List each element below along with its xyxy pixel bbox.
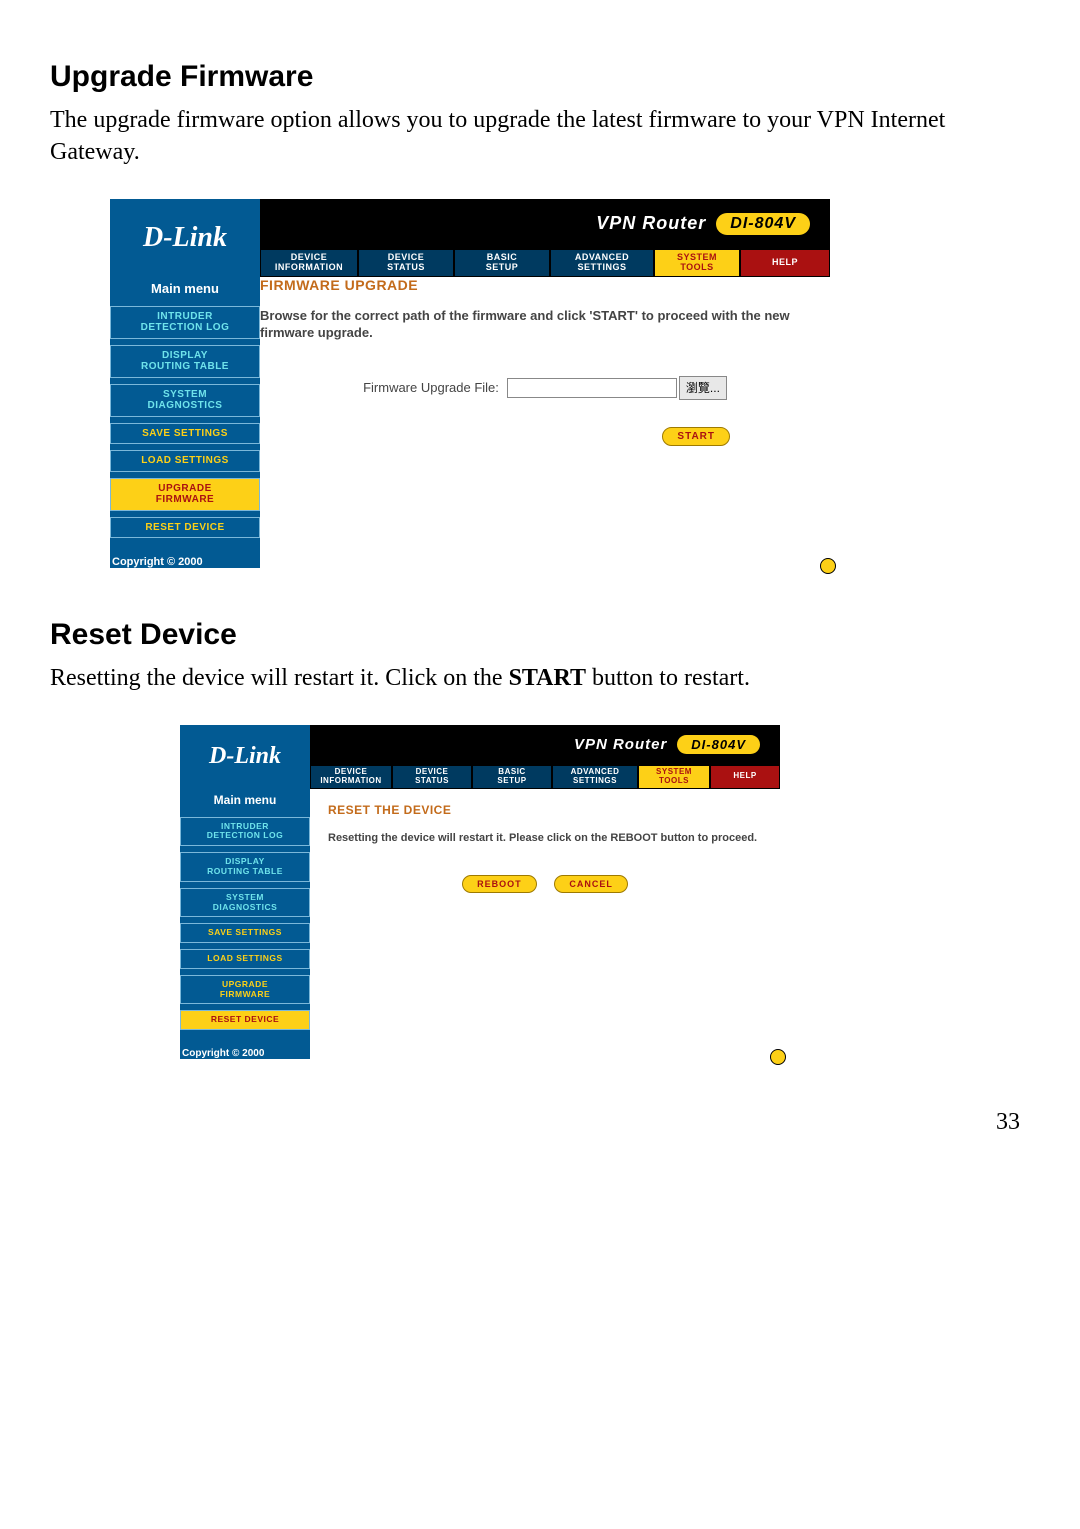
reboot-button[interactable]: REBOOT	[462, 875, 537, 893]
sidebar-display-routing-table[interactable]: DISPLAYROUTING TABLE	[110, 345, 260, 378]
section2-description: Resetting the device will restart it. Cl…	[50, 662, 1030, 694]
router-header-bar: VPN Router DI-804V	[260, 199, 830, 249]
tab-device-status[interactable]: DEVICESTATUS	[392, 765, 472, 789]
sidebar-reset-device[interactable]: RESET DEVICE	[110, 517, 260, 539]
sidebar-copyright: Copyright © 2000	[180, 1048, 310, 1059]
tab-system-tools[interactable]: SYSTEMTOOLS	[638, 765, 710, 789]
sidebar-reset-device[interactable]: RESET DEVICE	[180, 1010, 310, 1030]
content-area-firmware: FIRMWARE UPGRADE Browse for the correct …	[260, 277, 830, 569]
sidebar-save-settings[interactable]: SAVE SETTINGS	[180, 923, 310, 943]
tab-help[interactable]: HELP	[740, 249, 830, 277]
sidebar-system-diagnostics[interactable]: SYSTEMDIAGNOSTICS	[180, 888, 310, 918]
vpn-router-label: VPN Router	[596, 213, 706, 234]
tab-basic-setup[interactable]: BASICSETUP	[472, 765, 552, 789]
tab-device-information[interactable]: DEVICEINFORMATION	[260, 249, 358, 277]
firmware-upgrade-title: FIRMWARE UPGRADE	[260, 277, 830, 293]
top-tabs: DEVICEINFORMATION DEVICESTATUS BASICSETU…	[310, 765, 780, 789]
section1-heading: Upgrade Firmware	[50, 60, 1030, 94]
sidebar-load-settings[interactable]: LOAD SETTINGS	[110, 450, 260, 472]
sidebar: Main menu INTRUDERDETECTION LOG DISPLAYR…	[110, 277, 260, 569]
sidebar: Main menu INTRUDERDETECTION LOG DISPLAYR…	[180, 789, 310, 1059]
browse-button[interactable]: 瀏覽...	[679, 376, 727, 400]
router-ui-firmware: D-Link VPN Router DI-804V DEVICEINFORMAT…	[110, 199, 830, 569]
sidebar-upgrade-firmware[interactable]: UPGRADEFIRMWARE	[180, 975, 310, 1005]
sidebar-copyright: Copyright © 2000	[110, 556, 260, 568]
corner-dot-icon	[770, 1049, 786, 1065]
router-ui-reset: D-Link VPN Router DI-804V DEVICEINFORMAT…	[180, 725, 780, 1059]
dlink-logo: D-Link	[180, 725, 310, 789]
start-button[interactable]: START	[662, 427, 730, 446]
section2-heading: Reset Device	[50, 618, 1030, 652]
sidebar-upgrade-firmware[interactable]: UPGRADEFIRMWARE	[110, 478, 260, 511]
sidebar-intruder-detection-log[interactable]: INTRUDERDETECTION LOG	[180, 817, 310, 847]
sidebar-system-diagnostics[interactable]: SYSTEMDIAGNOSTICS	[110, 384, 260, 417]
model-badge: DI-804V	[677, 735, 760, 754]
corner-dot-icon	[820, 558, 836, 574]
firmware-upgrade-description: Browse for the correct path of the firmw…	[260, 307, 830, 342]
section1-description: The upgrade firmware option allows you t…	[50, 104, 1030, 169]
router-header-bar: VPN Router DI-804V	[310, 725, 780, 765]
sidebar-display-routing-table[interactable]: DISPLAYROUTING TABLE	[180, 852, 310, 882]
firmware-file-input[interactable]	[507, 378, 677, 398]
top-tabs: DEVICEINFORMATION DEVICESTATUS BASICSETU…	[260, 249, 830, 277]
page-number: 33	[50, 1109, 1030, 1136]
tab-system-tools[interactable]: SYSTEMTOOLS	[654, 249, 740, 277]
cancel-button[interactable]: CANCEL	[554, 875, 628, 893]
tab-device-information[interactable]: DEVICEINFORMATION	[310, 765, 392, 789]
sidebar-load-settings[interactable]: LOAD SETTINGS	[180, 949, 310, 969]
reset-device-title: RESET THE DEVICE	[328, 803, 762, 817]
sidebar-main-menu-label: Main menu	[110, 281, 260, 296]
sidebar-intruder-detection-log[interactable]: INTRUDERDETECTION LOG	[110, 306, 260, 339]
content-area-reset: RESET THE DEVICE Resetting the device wi…	[310, 789, 780, 1059]
sidebar-save-settings[interactable]: SAVE SETTINGS	[110, 423, 260, 445]
tab-device-status[interactable]: DEVICESTATUS	[358, 249, 454, 277]
sidebar-main-menu-label: Main menu	[180, 793, 310, 807]
firmware-file-label: Firmware Upgrade File:	[363, 380, 499, 395]
model-badge: DI-804V	[716, 213, 810, 235]
reset-device-description: Resetting the device will restart it. Pl…	[328, 831, 762, 846]
tab-advanced-settings[interactable]: ADVANCEDSETTINGS	[552, 765, 638, 789]
tab-help[interactable]: HELP	[710, 765, 780, 789]
tab-advanced-settings[interactable]: ADVANCEDSETTINGS	[550, 249, 654, 277]
tab-basic-setup[interactable]: BASICSETUP	[454, 249, 550, 277]
dlink-logo: D-Link	[110, 199, 260, 277]
vpn-router-label: VPN Router	[574, 736, 667, 753]
